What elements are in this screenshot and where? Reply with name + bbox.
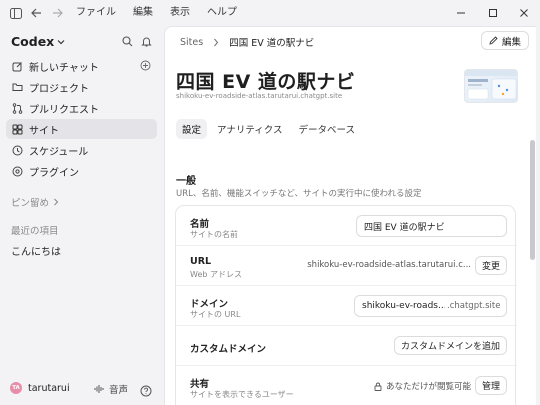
sidebar-item-label: プルリクエスト bbox=[29, 104, 99, 116]
title-bar: ファイル 編集 表示 ヘルプ bbox=[0, 0, 540, 26]
sidebar-item-plugins[interactable]: プラグイン bbox=[6, 161, 157, 181]
section-title: 一般 bbox=[176, 176, 196, 187]
close-button[interactable] bbox=[515, 4, 533, 22]
sidebar-item-schedule[interactable]: スケジュール bbox=[6, 140, 157, 160]
breadcrumb-current: 四国 EV 道の駅ナビ bbox=[229, 38, 315, 49]
pinned-section-toggle[interactable]: ピン留め bbox=[11, 195, 59, 209]
site-name-value: 四国 EV 道の駅ナビ bbox=[364, 222, 445, 233]
tab-analytics[interactable]: アナリティクス bbox=[211, 119, 288, 139]
brand-name: Codex bbox=[11, 34, 55, 49]
domain-value: shikoku-ev-roads... bbox=[362, 301, 445, 311]
bell-icon[interactable] bbox=[139, 34, 153, 48]
button-label: 管理 bbox=[481, 382, 500, 392]
site-address: shikoku-ev-roadside-atlas.tarutarui.chat… bbox=[176, 92, 343, 100]
sidebar-item-sites[interactable]: サイト bbox=[6, 119, 157, 139]
recent-section-header: 最近の項目 bbox=[11, 223, 59, 237]
breadcrumb-parent[interactable]: Sites bbox=[180, 37, 203, 48]
search-icon[interactable] bbox=[120, 34, 134, 48]
pinned-label: ピン留め bbox=[11, 198, 50, 209]
user-name: tarutarui bbox=[28, 382, 70, 394]
setting-label: 名前 bbox=[190, 219, 210, 230]
setting-label: URL bbox=[190, 256, 212, 267]
setting-row-url: URL Web アドレス shikoku-ev-roadside-atlas.t… bbox=[176, 246, 517, 286]
domain-suffix: .chatgpt.site bbox=[447, 301, 501, 311]
tab-database[interactable]: データベース bbox=[292, 119, 361, 139]
menu-help[interactable]: ヘルプ bbox=[207, 6, 237, 20]
sidebar: Codex 新しいチャット プロジェクト プルリクエスト サイト スケジュール … bbox=[0, 26, 164, 405]
recent-item[interactable]: こんにちは bbox=[11, 243, 61, 258]
folder-icon bbox=[10, 80, 24, 94]
forward-arrow-icon[interactable] bbox=[50, 6, 64, 20]
main-panel: Sites 四国 EV 道の駅ナビ 編集 四国 EV 道の駅ナビ shikoku… bbox=[164, 26, 536, 405]
sidebar-item-projects[interactable]: プロジェクト bbox=[6, 77, 157, 97]
plugin-icon bbox=[10, 164, 24, 178]
add-circle-icon[interactable] bbox=[140, 60, 151, 74]
sidebar-toggle-icon[interactable] bbox=[9, 6, 23, 20]
access-value: あなただけが閲覧可能 bbox=[385, 382, 471, 392]
site-name-field[interactable]: 四国 EV 道の駅ナビ bbox=[356, 215, 507, 237]
pencil-icon bbox=[489, 36, 498, 45]
button-label: 変更 bbox=[481, 262, 500, 272]
setting-row-name: 名前 サイトの名前 四国 EV 道の駅ナビ bbox=[176, 206, 517, 246]
settings-card: 名前 サイトの名前 四国 EV 道の駅ナビ URL Web アドレス shiko… bbox=[175, 205, 517, 405]
sidebar-item-label: スケジュール bbox=[29, 146, 89, 158]
setting-description: サイトの名前 bbox=[190, 230, 238, 239]
section-description: URL、名前、機能スイッチなど、サイトの実行中に使われる設定 bbox=[176, 189, 422, 199]
avatar: TA bbox=[10, 382, 22, 394]
change-url-button[interactable]: 変更 bbox=[474, 256, 507, 275]
manage-sharing-button[interactable]: 管理 bbox=[474, 376, 507, 395]
minimize-button[interactable] bbox=[452, 4, 470, 22]
voice-label: 音声 bbox=[109, 385, 129, 396]
setting-row-domain: ドメイン サイトの URL shikoku-ev-roads... .chatg… bbox=[176, 286, 517, 326]
back-arrow-icon[interactable] bbox=[29, 6, 43, 20]
menu-edit[interactable]: 編集 bbox=[133, 6, 153, 20]
tab-settings[interactable]: 設定 bbox=[176, 119, 208, 139]
setting-row-sharing: 共有 サイトを表示できるユーザー あなただけが閲覧可能 管理 bbox=[176, 366, 517, 405]
add-custom-domain-button[interactable]: カスタムドメインを追加 bbox=[393, 336, 507, 355]
clock-icon bbox=[10, 143, 24, 157]
workspace-switcher[interactable]: Codex bbox=[11, 34, 65, 49]
url-value: shikoku-ev-roadside-atlas.tarutarui.c... bbox=[307, 260, 471, 270]
maximize-button[interactable] bbox=[484, 4, 502, 22]
setting-label: カスタムドメイン bbox=[190, 344, 267, 355]
tab-bar: 設定 アナリティクス データベース bbox=[176, 119, 361, 139]
sites-icon bbox=[10, 122, 24, 136]
chevron-right-icon bbox=[54, 198, 59, 206]
page-title: 四国 EV 道の駅ナビ bbox=[176, 71, 356, 93]
recent-label: 最近の項目 bbox=[11, 226, 59, 237]
sidebar-item-label: プロジェクト bbox=[29, 83, 89, 95]
sidebar-item-label: 新しいチャット bbox=[29, 62, 99, 74]
scrollbar[interactable] bbox=[530, 140, 535, 260]
voice-button[interactable]: 音声 bbox=[94, 382, 128, 396]
chevron-right-icon bbox=[214, 38, 219, 46]
waveform-icon bbox=[94, 385, 104, 393]
sidebar-item-new-chat[interactable]: 新しいチャット bbox=[6, 56, 157, 76]
edit-label: 編集 bbox=[501, 36, 521, 48]
setting-label: 共有 bbox=[190, 379, 210, 390]
sidebar-item-pull-requests[interactable]: プルリクエスト bbox=[6, 98, 157, 118]
access-status: あなただけが閲覧可能 bbox=[374, 380, 471, 392]
setting-description: サイトを表示できるユーザー bbox=[190, 390, 294, 399]
domain-field[interactable]: shikoku-ev-roads... .chatgpt.site bbox=[354, 295, 507, 317]
menu-bar: ファイル 編集 表示 ヘルプ bbox=[76, 6, 254, 20]
button-label: カスタムドメインを追加 bbox=[400, 342, 500, 352]
menu-view[interactable]: 表示 bbox=[170, 6, 190, 20]
setting-description: Web アドレス bbox=[190, 270, 242, 279]
menu-file[interactable]: ファイル bbox=[76, 6, 116, 20]
sidebar-item-label: プラグイン bbox=[29, 167, 79, 179]
edit-button[interactable]: 編集 bbox=[480, 31, 529, 50]
setting-description: サイトの URL bbox=[190, 310, 241, 319]
pull-request-icon bbox=[10, 101, 24, 115]
edit-icon bbox=[10, 59, 24, 73]
site-preview-thumbnail[interactable] bbox=[464, 69, 518, 103]
lock-icon bbox=[374, 382, 382, 391]
sidebar-item-label: サイト bbox=[29, 125, 59, 137]
breadcrumb: Sites 四国 EV 道の駅ナビ bbox=[180, 35, 315, 50]
chevron-down-icon bbox=[57, 39, 65, 44]
user-profile[interactable]: TA tarutarui bbox=[10, 382, 70, 394]
setting-row-custom-domain: カスタムドメイン カスタムドメインを追加 bbox=[176, 326, 517, 366]
help-icon[interactable] bbox=[140, 382, 152, 397]
setting-label: ドメイン bbox=[190, 299, 229, 310]
